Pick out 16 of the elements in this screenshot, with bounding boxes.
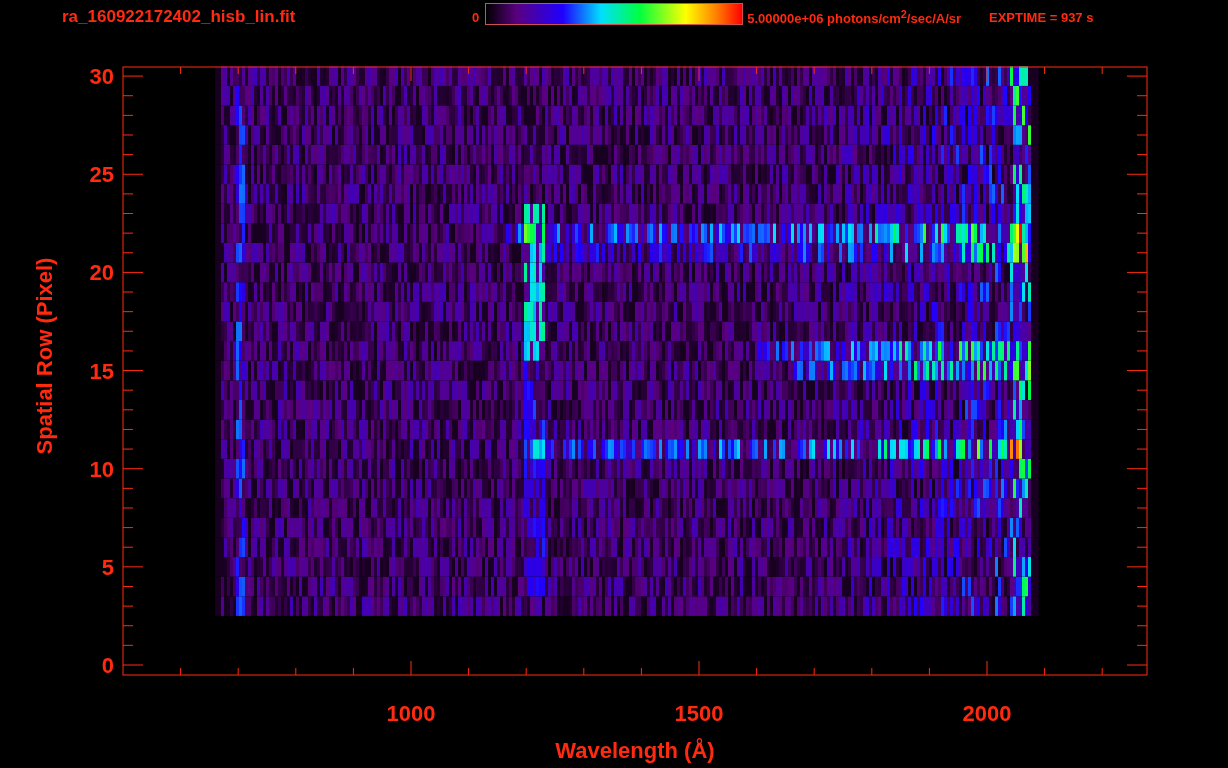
- y-tick-label: 5: [101, 554, 114, 580]
- y-tick-label: 10: [89, 456, 114, 482]
- y-tick-label: 30: [89, 64, 114, 90]
- file-name: ra_160922172402_hisb_lin.fit: [62, 7, 297, 27]
- colorbar-max-label: 5.00000e+06 photons/cm$^{2}$/sec/A/sr: [747, 7, 962, 27]
- x-tick-label: 1500: [674, 701, 724, 726]
- x-tick-label: 1000: [386, 701, 436, 726]
- y-tick-label: 25: [89, 162, 114, 188]
- y-axis-title: Spatial Row (Pixel): [32, 257, 57, 455]
- y-tick-label: 15: [89, 358, 114, 384]
- y-tick-label: 20: [89, 260, 114, 286]
- exposure-time: EXPTIME = 937 s: [989, 9, 1094, 25]
- x-axis-title: Wavelength (Å): [555, 738, 715, 763]
- y-tick-label: 0: [101, 653, 114, 678]
- colorbar-min-label: 0: [472, 9, 480, 25]
- x-tick-label: 2000: [962, 701, 1012, 726]
